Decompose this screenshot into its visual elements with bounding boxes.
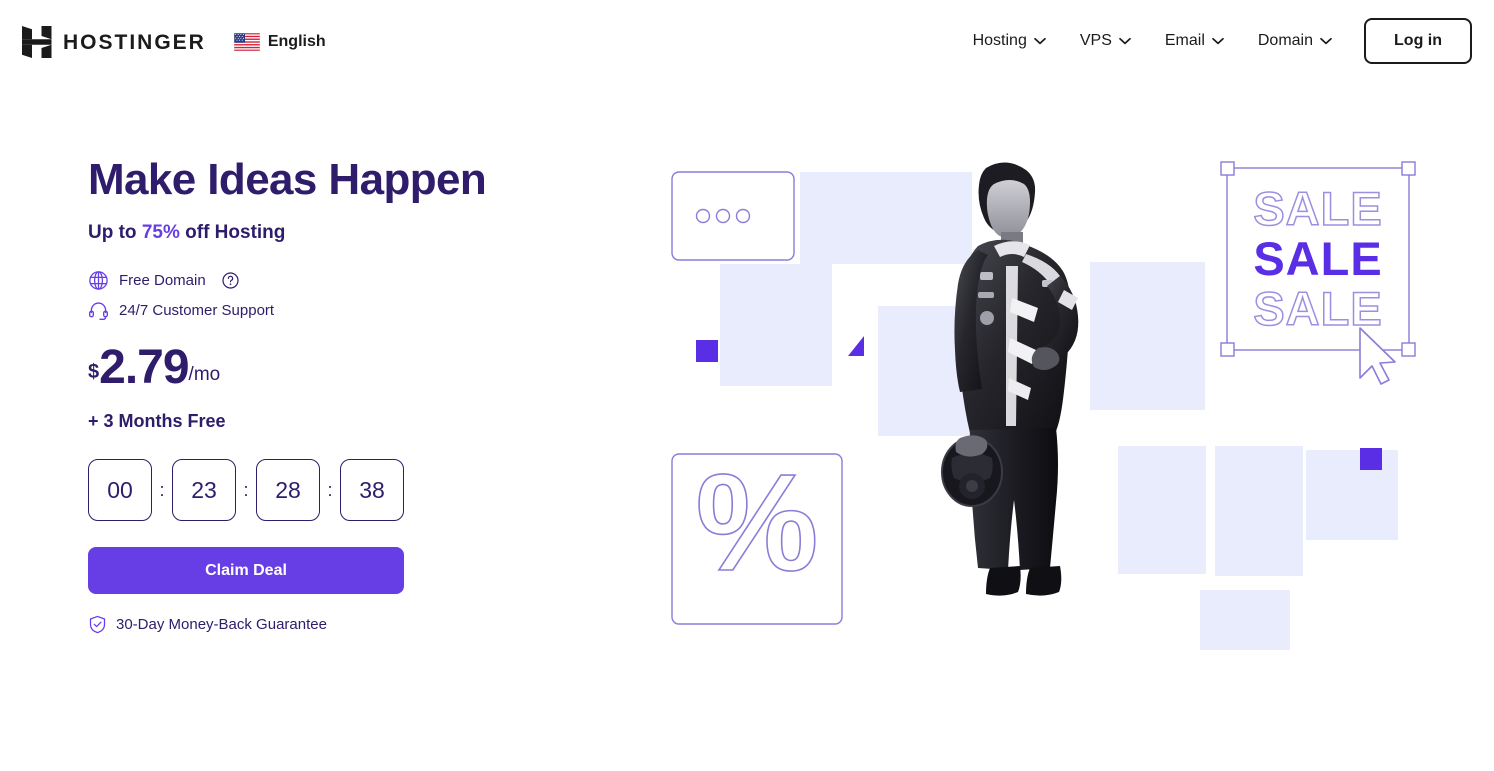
hero-illustration: % SALE SALE SALE (660, 150, 1460, 650)
hostinger-h-icon (22, 26, 52, 58)
countdown-unit-hours: 23 (172, 459, 236, 522)
nav-item-vps[interactable]: VPS (1063, 20, 1148, 62)
nav-item-label: Email (1164, 32, 1205, 49)
price-display: $ 2.79 /mo (88, 341, 648, 395)
feature-label: 24/7 Customer Support (119, 302, 275, 320)
hero-content: Make Ideas Happen Up to 75% off Hosting … (88, 155, 648, 634)
sale-text-mid: SALE (1253, 232, 1382, 285)
hero-art-svg: % SALE SALE SALE (671, 161, 1416, 650)
chevron-down-icon (1320, 37, 1332, 45)
accent-square-left (696, 340, 718, 362)
main-nav: Hosting VPS Email Domain Log in (956, 18, 1472, 64)
price-currency: $ (88, 361, 100, 384)
logo-link[interactable]: HOSTINGER (22, 26, 206, 58)
login-button[interactable]: Log in (1364, 18, 1472, 64)
countdown-unit-seconds: 38 (340, 459, 404, 522)
chevron-down-icon (1033, 37, 1046, 45)
nav-item-hosting[interactable]: Hosting (956, 20, 1063, 62)
accent-square-right (1360, 448, 1382, 470)
countdown-unit-minutes: 28 (256, 459, 320, 522)
chevron-down-icon (1212, 37, 1224, 45)
feature-list: Free Domain 24/7 Customer Support (88, 270, 648, 321)
globe-icon (89, 271, 108, 291)
claim-deal-button[interactable]: Claim Deal (88, 547, 404, 595)
resize-handle[interactable] (1401, 161, 1416, 176)
page-title: Make Ideas Happen (88, 155, 487, 204)
subhead-suffix: off Hosting (179, 222, 286, 244)
nav-item-domain[interactable]: Domain (1241, 20, 1349, 62)
bonus-months-label: + 3 Months Free (88, 411, 226, 432)
brand-group: HOSTINGER English (22, 26, 326, 58)
countdown-separator: : (243, 479, 249, 500)
feature-label: Free Domain (119, 272, 206, 290)
resize-handle[interactable] (1220, 161, 1235, 176)
percent-card: % (671, 445, 843, 625)
site-header: HOSTINGER English Hosting VPS Email Doma… (0, 0, 1494, 86)
language-switcher[interactable]: English (233, 33, 326, 51)
headset-icon (89, 302, 108, 321)
feature-customer-support: 24/7 Customer Support (88, 300, 648, 321)
nav-item-label: VPS (1079, 32, 1112, 49)
nav-item-email[interactable]: Email (1148, 20, 1241, 62)
language-label: English (267, 33, 326, 50)
nav-item-label: Hosting (972, 32, 1027, 49)
price-amount: 2.79 (99, 341, 189, 395)
cursor-arrow-icon (1359, 327, 1396, 385)
percent-glyph-text: % (696, 446, 819, 600)
page-root: HOSTINGER English Hosting VPS Email Doma… (0, 0, 1494, 771)
feature-free-domain: Free Domain (88, 270, 648, 291)
accent-triangle-icon (848, 336, 864, 356)
price-period: /mo (188, 364, 221, 386)
logo-wordmark: HOSTINGER (63, 30, 206, 54)
guarantee-label: 30-Day Money-Back Guarantee (116, 616, 327, 634)
question-circle-icon[interactable] (222, 272, 239, 289)
shield-check-icon (89, 616, 106, 634)
countdown-separator: : (159, 479, 165, 500)
countdown-unit-days: 00 (88, 459, 152, 522)
countdown-timer: 00 : 23 : 28 : 38 (88, 459, 648, 522)
resize-handle[interactable] (1220, 342, 1235, 357)
resize-handle[interactable] (1401, 342, 1416, 357)
sale-selection-frame: SALE SALE SALE (1220, 161, 1416, 385)
hero-subheadline: Up to 75% off Hosting (88, 222, 648, 244)
sale-text-top: SALE (1253, 182, 1382, 235)
discount-percent: 75% (141, 222, 180, 244)
dots-card (671, 171, 795, 261)
money-back-guarantee: 30-Day Money-Back Guarantee (88, 615, 648, 634)
sale-text-bottom: SALE (1253, 282, 1382, 335)
us-flag-icon (233, 33, 260, 51)
subhead-prefix: Up to (88, 222, 142, 244)
countdown-separator: : (327, 479, 333, 500)
chevron-down-icon (1119, 37, 1131, 45)
nav-item-label: Domain (1257, 32, 1314, 49)
